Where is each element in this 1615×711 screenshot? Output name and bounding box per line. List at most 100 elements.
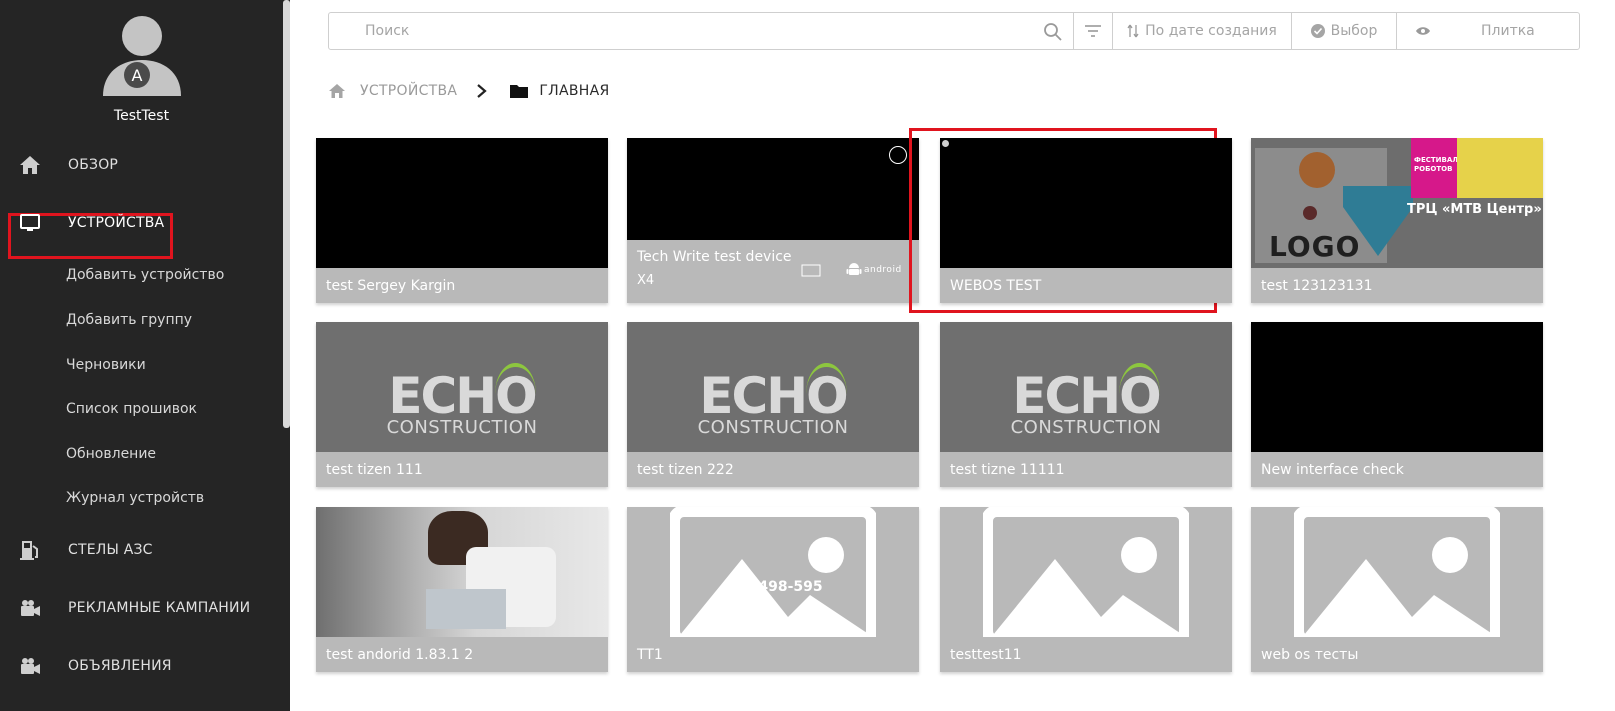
folder-icon: [510, 85, 529, 98]
home-icon[interactable]: [328, 83, 346, 99]
sort-icon: [1127, 24, 1139, 38]
device-card[interactable]: ECHO CONSTRUCTION test tizen 222: [627, 322, 919, 487]
device-card[interactable]: WEBOS TEST: [940, 138, 1232, 303]
sub-item-device-log[interactable]: Журнал устройств: [66, 488, 204, 508]
device-preview: [627, 138, 919, 240]
device-preview: [316, 138, 608, 268]
monitor-icon: [20, 214, 40, 231]
select-button[interactable]: Выбор: [1292, 13, 1397, 49]
device-preview: [1251, 507, 1543, 637]
select-label: Выбор: [1330, 23, 1378, 39]
device-title: testtest11: [950, 647, 1022, 663]
nav-label-announcements: ОБЪЯВЛЕНИЯ: [68, 658, 172, 674]
device-preview: ECHO CONSTRUCTION: [627, 322, 919, 452]
video-camera-icon: [21, 600, 40, 616]
sub-item-add-device[interactable]: Добавить устройство: [66, 265, 224, 285]
image-placeholder-icon: [1294, 507, 1500, 637]
promo-banner: ФЕСТИВАЛЬ РОБОТОВ: [1411, 138, 1463, 198]
sub-item-add-group[interactable]: Добавить группу: [66, 310, 192, 330]
device-title: test Sergey Kargin: [326, 278, 456, 294]
device-card[interactable]: test Sergey Kargin: [316, 138, 608, 303]
search-icon[interactable]: [1043, 22, 1063, 42]
screen-orientation-icon: [801, 264, 821, 277]
eye-icon: [1416, 27, 1430, 35]
check-circle-icon: [1310, 24, 1325, 38]
echo-logo-main: ECHO: [940, 363, 1232, 425]
device-card[interactable]: test andorid 1.83.1 2: [316, 507, 608, 672]
sort-button[interactable]: По дате создания: [1113, 13, 1292, 49]
breadcrumb-current: ГЛАВНАЯ: [539, 83, 610, 99]
nav-label-ad-campaigns: РЕКЛАМНЫЕ КАМПАНИИ: [68, 600, 251, 616]
device-code: 644-498-595: [723, 579, 823, 595]
device-preview: [316, 507, 608, 637]
device-title: test 123123131: [1261, 278, 1373, 294]
sidebar: A TestTest ОБЗОР УСТРОЙСТВА Добавить уст…: [0, 0, 290, 711]
device-card[interactable]: LOGO ФЕСТИВАЛЬ РОБОТОВ ТРЦ «МТВ Центр» t…: [1251, 138, 1543, 303]
device-title: test tizen 222: [637, 462, 734, 478]
device-preview: ECHO CONSTRUCTION: [316, 322, 608, 452]
breadcrumb: УСТРОЙСТВА ГЛАВНАЯ: [328, 80, 610, 102]
avatar-icon[interactable]: A: [101, 16, 183, 96]
device-card[interactable]: ECHO CONSTRUCTION test tizne 11111: [940, 322, 1232, 487]
device-card[interactable]: testtest11: [940, 507, 1232, 672]
device-card[interactable]: web os тесты: [1251, 507, 1543, 672]
image-placeholder-icon: [983, 507, 1189, 637]
filter-icon: [1085, 25, 1101, 37]
echo-logo-main: ECHO: [627, 363, 919, 425]
nav-item-announcements[interactable]: ОБЪЯВЛЕНИЯ: [0, 646, 283, 686]
sub-item-drafts[interactable]: Черновики: [66, 355, 146, 375]
device-model: X4: [637, 273, 655, 288]
view-mode-label: Плитка: [1481, 23, 1535, 39]
os-label: android: [864, 265, 902, 275]
promo-image: [1457, 138, 1543, 198]
sidebar-scrollbar[interactable]: [283, 0, 290, 428]
home-icon: [20, 156, 40, 174]
nav-label-overview: ОБЗОР: [68, 157, 119, 173]
image-placeholder-icon: [670, 507, 876, 637]
device-preview: LOGO ФЕСТИВАЛЬ РОБОТОВ ТРЦ «МТВ Центр»: [1251, 138, 1543, 268]
device-title: TT1: [637, 647, 663, 663]
echo-logo-sub: CONSTRUCTION: [386, 417, 538, 438]
device-preview: ECHO CONSTRUCTION: [940, 322, 1232, 452]
nav-item-gas-stations[interactable]: СТЕЛЫ АЗС: [0, 530, 283, 570]
sub-item-update[interactable]: Обновление: [66, 444, 156, 464]
device-card[interactable]: ECHO CONSTRUCTION test tizen 111: [316, 322, 608, 487]
nav-label-devices: УСТРОЙСТВА: [68, 215, 165, 231]
main-content: По дате создания Выбор Плитка УСТРОЙСТВА…: [290, 0, 1615, 711]
select-checkbox[interactable]: [889, 146, 907, 164]
status-dot: [942, 140, 949, 147]
device-title: test tizen 111: [326, 462, 423, 478]
echo-logo-main: ECHO: [316, 363, 608, 425]
breadcrumb-devices-link[interactable]: УСТРОЙСТВА: [360, 83, 457, 99]
echo-logo: ECHO CONSTRUCTION: [316, 363, 608, 438]
search-input[interactable]: [329, 13, 1073, 49]
echo-logo-sub: CONSTRUCTION: [697, 417, 849, 438]
device-title: test tizne 11111: [950, 462, 1065, 478]
nav-label-gas-stations: СТЕЛЫ АЗС: [68, 542, 153, 558]
filter-button[interactable]: [1074, 13, 1113, 49]
nav-item-ad-campaigns[interactable]: РЕКЛАМНЫЕ КАМПАНИИ: [0, 588, 283, 628]
device-preview: [1251, 322, 1543, 452]
photo-device: [426, 589, 506, 629]
search-box: [329, 13, 1074, 49]
chevron-right-icon: [477, 84, 488, 98]
device-card-selected[interactable]: Tech Write test device X4 android: [627, 138, 919, 303]
video-camera-icon: [21, 658, 40, 674]
nav-item-overview[interactable]: ОБЗОР: [0, 145, 283, 185]
device-title: test andorid 1.83.1 2: [326, 647, 474, 663]
device-title: web os тесты: [1261, 647, 1359, 663]
view-mode-button[interactable]: Плитка: [1397, 13, 1579, 49]
device-preview: [940, 138, 1232, 268]
echo-logo: ECHO CONSTRUCTION: [940, 363, 1232, 438]
username: TestTest: [113, 108, 170, 124]
android-icon: [846, 263, 862, 275]
gas-station-icon: [20, 541, 38, 560]
device-card[interactable]: 644-498-595 TT1: [627, 507, 919, 672]
toolbar: По дате создания Выбор Плитка: [328, 12, 1580, 50]
device-title: Tech Write test device: [637, 249, 792, 265]
device-preview: 644-498-595: [627, 507, 919, 637]
nav-item-devices[interactable]: УСТРОЙСТВА: [0, 203, 283, 243]
device-card[interactable]: New interface check: [1251, 322, 1543, 487]
avatar-letter: A: [132, 66, 143, 85]
sub-item-firmware-list[interactable]: Список прошивок: [66, 399, 197, 419]
